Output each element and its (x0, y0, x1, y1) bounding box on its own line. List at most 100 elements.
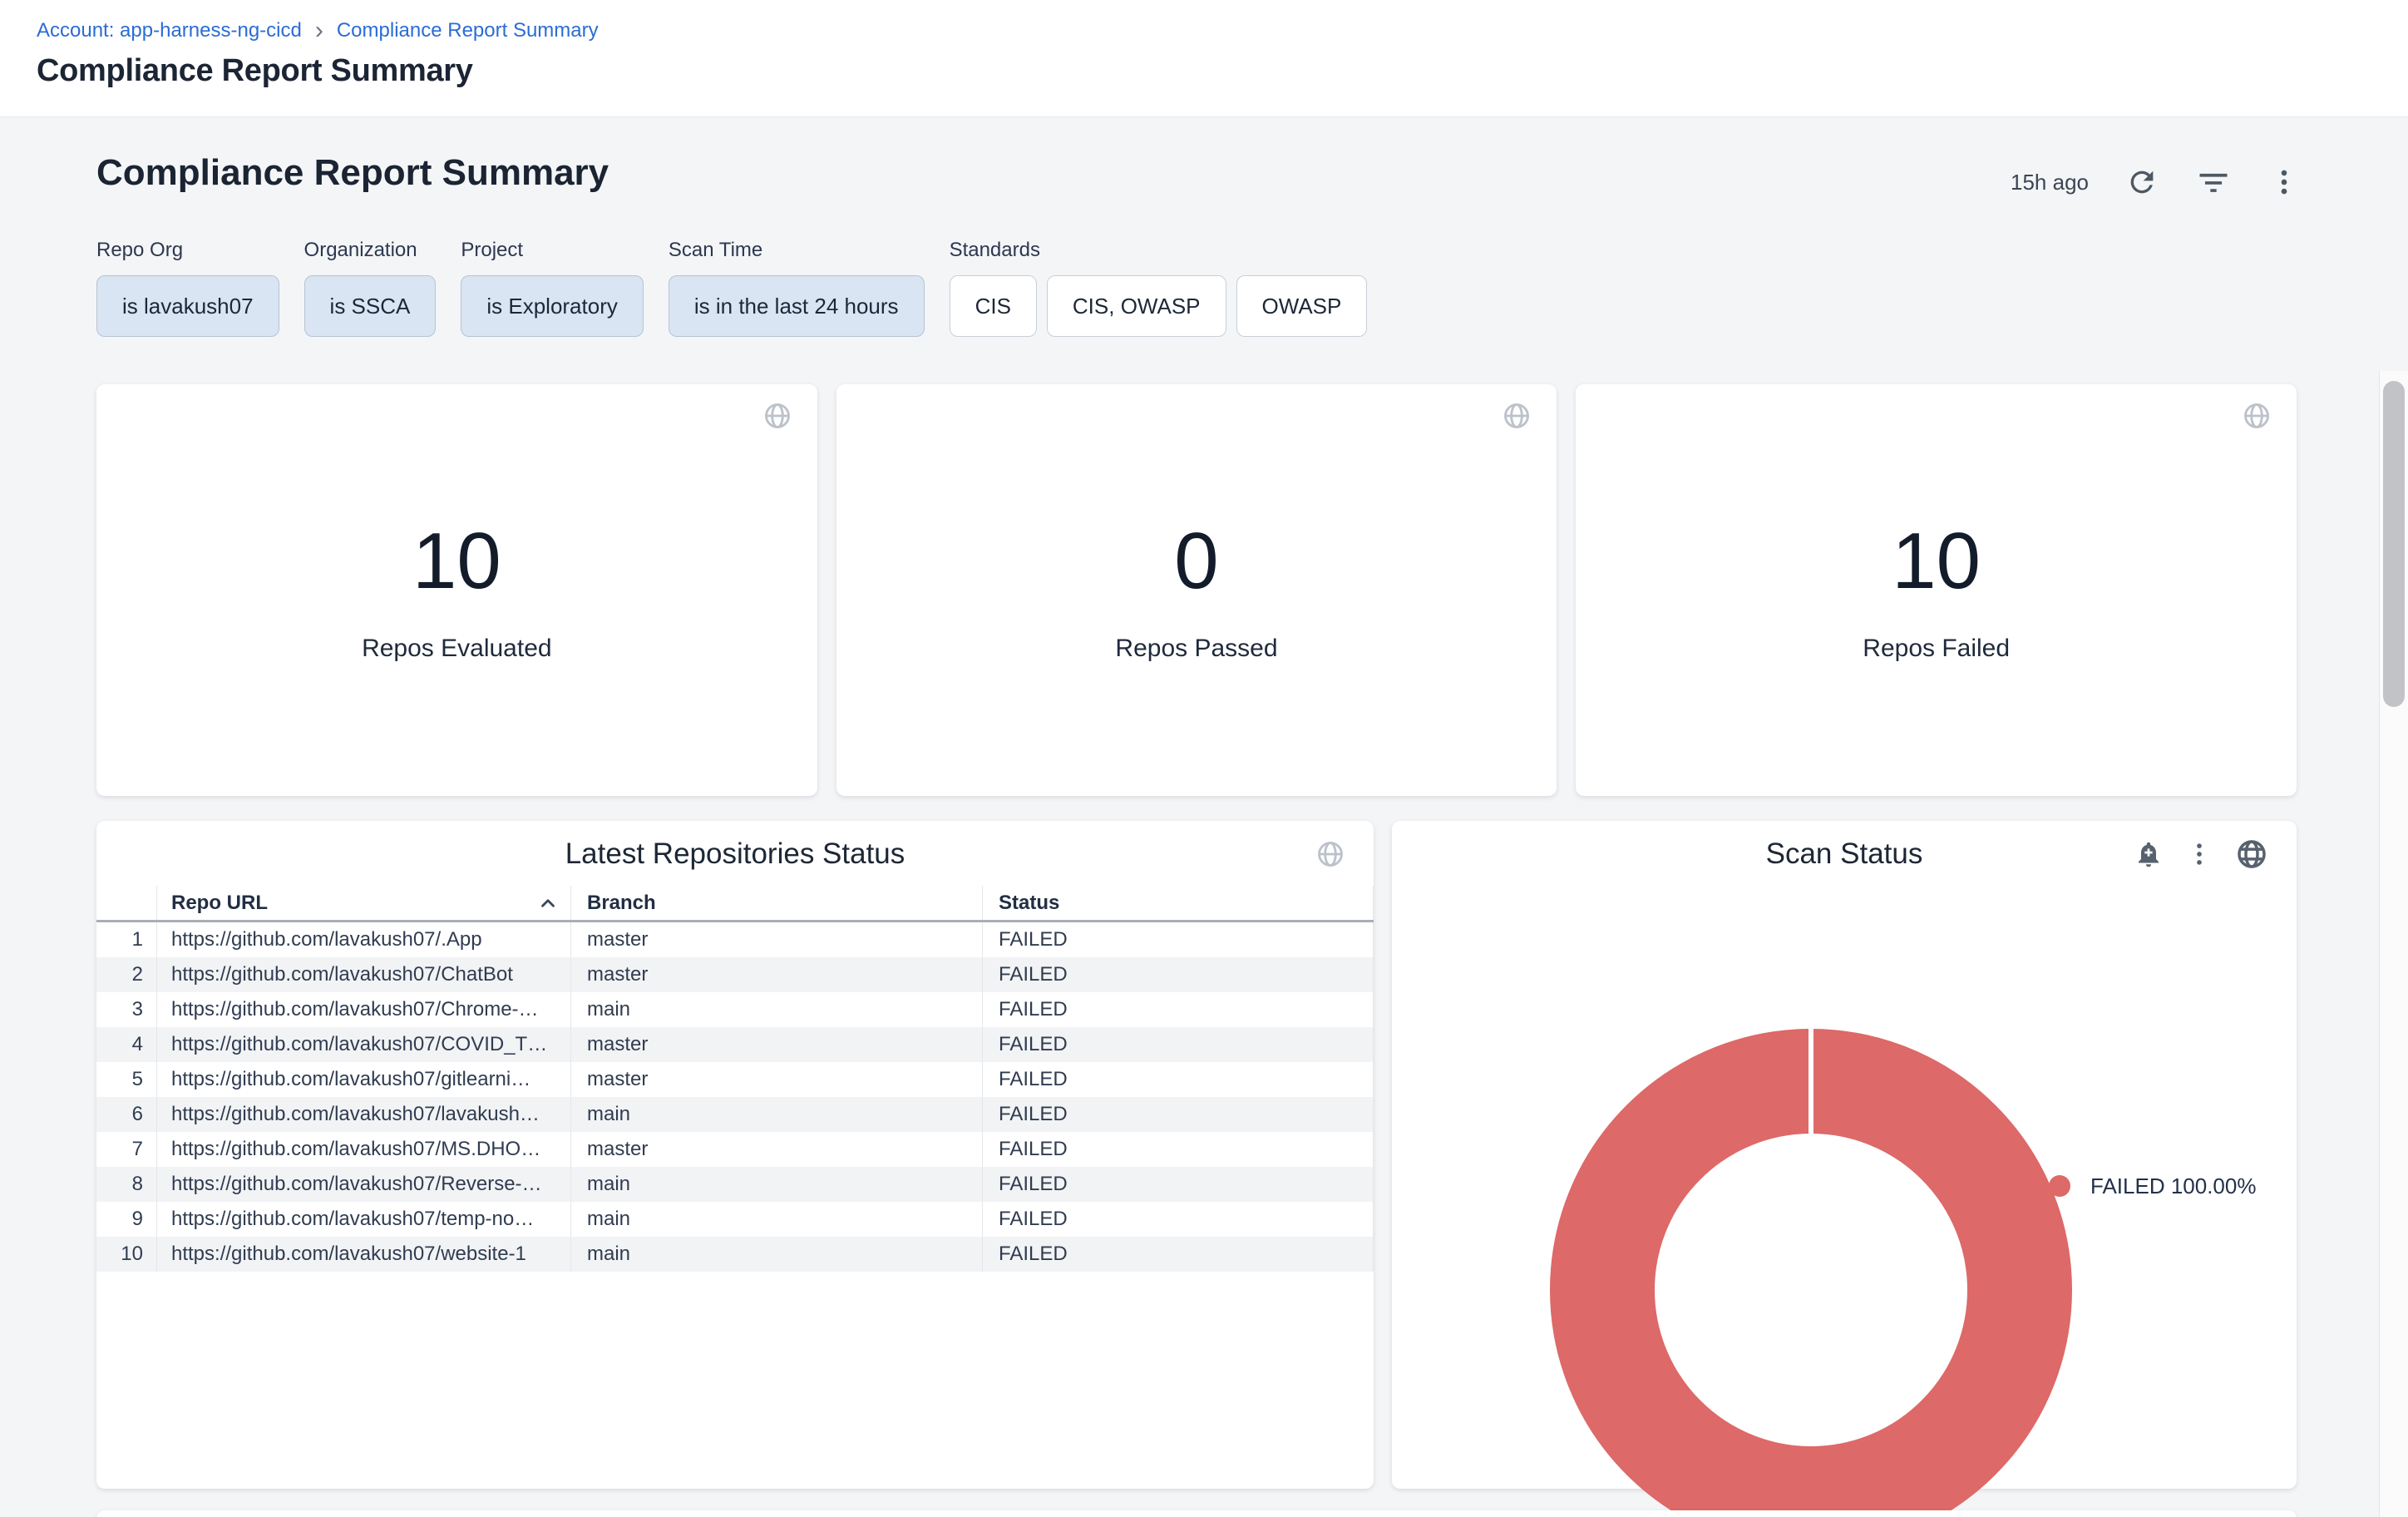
metric-card-repos-failed: 10 Repos Failed (1576, 384, 2297, 796)
column-header-branch[interactable]: Branch (570, 886, 982, 920)
table-row: 1https://github.com/lavakush07/.Appmaste… (96, 922, 1374, 957)
topbar: Account: app-harness-ng-cicd › Complianc… (0, 0, 2408, 117)
table-cell: https://github.com/lavakush07/gitlearni… (156, 1062, 570, 1097)
repo-table: Repo URL Branch Status 1https://github.c… (96, 886, 1374, 1272)
breadcrumb: Account: app-harness-ng-cicd › Complianc… (37, 18, 2408, 43)
metric-card-repos-evaluated: 10 Repos Evaluated (96, 384, 817, 796)
legend-color-dot (2049, 1175, 2070, 1197)
table-cell: https://github.com/lavakush07/lavakush… (156, 1097, 570, 1132)
metric-cards: 10 Repos Evaluated 0 Repos Passed 10 Rep… (96, 384, 2297, 796)
donut-ring-failed[interactable] (1550, 1029, 2072, 1517)
legend-item-failed[interactable]: FAILED 100.00% (2049, 1164, 2256, 1208)
globe-icon[interactable] (762, 401, 792, 431)
table-cell: main (570, 1202, 982, 1237)
table-cell: 8 (96, 1167, 156, 1202)
table-cell: FAILED (982, 1027, 1374, 1062)
breadcrumb-current-link[interactable]: Compliance Report Summary (337, 18, 599, 43)
metric-label: Repos Evaluated (362, 635, 552, 663)
table-cell: 10 (96, 1237, 156, 1272)
filter-chip[interactable]: is in the last 24 hours (669, 275, 925, 337)
table-cell: 5 (96, 1062, 156, 1097)
filter-group: Repo Org is lavakush07 (96, 239, 279, 337)
table-row: 9https://github.com/lavakush07/temp-no…m… (96, 1202, 1374, 1237)
table-cell: 1 (96, 922, 156, 957)
table-cell: 4 (96, 1027, 156, 1062)
table-cell: https://github.com/lavakush07/website-1 (156, 1237, 570, 1272)
kebab-menu-icon[interactable] (2268, 166, 2300, 198)
table-cell: master (570, 1062, 982, 1097)
table-cell: 7 (96, 1132, 156, 1167)
table-cell: main (570, 1097, 982, 1132)
globe-icon[interactable] (1315, 839, 1345, 869)
globe-icon[interactable] (2242, 401, 2272, 431)
table-row: 3https://github.com/lavakush07/Chrome-…m… (96, 992, 1374, 1027)
table-cell: https://github.com/lavakush07/MS.DHO… (156, 1132, 570, 1167)
table-cell: FAILED (982, 1167, 1374, 1202)
table-row: 6https://github.com/lavakush07/lavakush…… (96, 1097, 1374, 1132)
column-header-repo-url[interactable]: Repo URL (156, 886, 570, 920)
legend-label: FAILED 100.00% (2090, 1174, 2256, 1199)
scrollbar-thumb[interactable] (2383, 381, 2405, 707)
table-cell: https://github.com/lavakush07/COVID_T… (156, 1027, 570, 1062)
next-card-peek (96, 1510, 2297, 1517)
breadcrumb-account-link[interactable]: Account: app-harness-ng-cicd (37, 18, 302, 43)
metric-label: Repos Passed (1115, 635, 1277, 663)
column-header-status[interactable]: Status (982, 886, 1374, 920)
table-cell: https://github.com/lavakush07/Chrome-… (156, 992, 570, 1027)
filter-chip-row: is in the last 24 hours (669, 275, 925, 337)
dashboard-content: Compliance Report Summary 15h ago Repo O… (0, 117, 2408, 1517)
repo-table-card: Latest Repositories Status Repo URL Bra (96, 821, 1374, 1489)
dashboard-meta: 15h ago (2011, 163, 2300, 201)
scan-card-actions (2134, 838, 2268, 871)
table-cell: FAILED (982, 1237, 1374, 1272)
filter-chip[interactable]: OWASP (1236, 275, 1368, 337)
filter-label: Repo Org (96, 239, 279, 262)
table-cell: master (570, 1132, 982, 1167)
page-title: Compliance Report Summary (37, 53, 2408, 89)
metric-value: 10 (1892, 521, 1981, 601)
filter-group: Project is Exploratory (461, 239, 644, 337)
globe-icon[interactable] (1502, 401, 1532, 431)
filter-chip-row: is SSCA (304, 275, 437, 337)
alert-bell-icon[interactable] (2134, 839, 2164, 869)
table-cell: FAILED (982, 1132, 1374, 1167)
app-window: Account: app-harness-ng-cicd › Complianc… (0, 0, 2408, 1517)
scan-status-donut[interactable] (1471, 925, 1993, 1447)
dashboard-title: Compliance Report Summary (96, 152, 609, 194)
filter-group: Scan Time is in the last 24 hours (669, 239, 925, 337)
table-header-row: Repo URL Branch Status (96, 886, 1374, 922)
kebab-menu-icon[interactable] (2185, 840, 2213, 868)
table-cell: https://github.com/lavakush07/Reverse-… (156, 1167, 570, 1202)
table-cell: FAILED (982, 922, 1374, 957)
row-number-header (96, 886, 156, 920)
filter-chip[interactable]: is lavakush07 (96, 275, 279, 337)
donut-slice-gap (1808, 1029, 1813, 1134)
table-cell: FAILED (982, 957, 1374, 992)
table-row: 5https://github.com/lavakush07/gitlearni… (96, 1062, 1374, 1097)
scrollbar-track[interactable] (2379, 371, 2408, 1517)
filter-label: Project (461, 239, 644, 262)
table-cell: https://github.com/lavakush07/.App (156, 922, 570, 957)
table-cell: master (570, 957, 982, 992)
table-cell: main (570, 1237, 982, 1272)
filter-chip[interactable]: CIS, OWASP (1047, 275, 1226, 337)
filter-chip[interactable]: is Exploratory (461, 275, 644, 337)
table-cell: 6 (96, 1097, 156, 1132)
filter-label: Scan Time (669, 239, 925, 262)
filter-chip[interactable]: is SSCA (304, 275, 437, 337)
filter-bar: Repo Org is lavakush07 Organization is SSCA… (96, 239, 1367, 337)
metric-label: Repos Failed (1863, 635, 2010, 663)
filter-label: Organization (304, 239, 437, 262)
filter-chip-row: CISCIS, OWASPOWASP (950, 275, 1368, 337)
filter-chip-row: is lavakush07 (96, 275, 279, 337)
filter-label: Standards (950, 239, 1368, 262)
scan-status-card: Scan Status (1392, 821, 2297, 1489)
refresh-icon[interactable] (2125, 166, 2159, 199)
table-cell: FAILED (982, 1097, 1374, 1132)
table-cell: 3 (96, 992, 156, 1027)
globe-icon[interactable] (2235, 838, 2268, 871)
table-cell: 2 (96, 957, 156, 992)
table-title: Latest Repositories Status (96, 836, 1374, 872)
filter-icon[interactable] (2195, 164, 2232, 200)
filter-chip[interactable]: CIS (950, 275, 1037, 337)
